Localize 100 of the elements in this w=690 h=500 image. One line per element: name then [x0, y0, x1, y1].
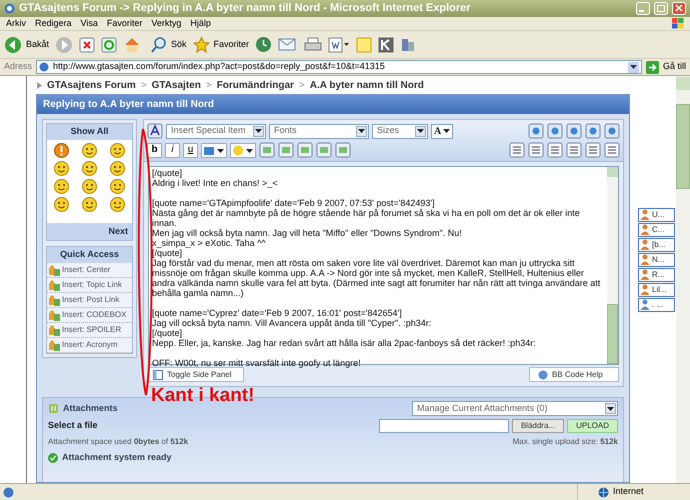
smiley-icon[interactable] — [82, 161, 97, 176]
quick-access-item[interactable]: Insert: Center — [47, 263, 132, 278]
file-path-field[interactable] — [378, 419, 509, 433]
history-icon[interactable] — [255, 36, 272, 53]
font-select[interactable]: Fonts — [269, 124, 369, 138]
breadcrumb-link[interactable]: GTAsajten — [152, 78, 201, 92]
attachment-space-text: Attachment space used 0bytes of 512k — [48, 436, 188, 448]
message-line: Jag vill också byta namn. Vill Avancera uppåt ända till "Cyper". :ph34r: — [152, 318, 432, 328]
breadcrumb-link[interactable]: Forumändringar — [216, 78, 294, 92]
online-user-item[interactable]: N... — [638, 252, 675, 266]
menu-item[interactable]: Favoriter — [106, 16, 142, 30]
person-icon — [640, 209, 650, 220]
online-user-item[interactable]: [b... — [638, 238, 675, 252]
emoticons-header: Show All — [47, 124, 132, 140]
home-icon[interactable] — [123, 36, 142, 52]
format-button[interactable]: b — [147, 142, 162, 158]
smiley-icon[interactable] — [54, 161, 69, 176]
dropdown-caret-icon — [415, 126, 426, 136]
max-upload-size-text: Max. single upload size: 512k — [512, 436, 618, 448]
online-user-item[interactable]: U... — [638, 208, 675, 222]
online-user-item[interactable]: C... — [638, 222, 675, 236]
menu-item[interactable]: Hjälp — [190, 16, 211, 30]
favorites-button[interactable]: Favoriter — [192, 36, 250, 52]
mail-icon[interactable] — [278, 37, 298, 52]
text-color-icon[interactable] — [201, 142, 227, 158]
special-item-icon[interactable] — [147, 123, 163, 139]
warning-icon[interactable] — [54, 143, 69, 158]
dropdown-caret-icon — [356, 126, 367, 136]
puzzle-icon — [49, 324, 60, 336]
online-user-item[interactable]: . ... — [638, 298, 675, 312]
smiley-icon[interactable] — [82, 197, 97, 212]
quick-access-item[interactable]: Insert: Acronym — [47, 338, 132, 353]
star-icon — [192, 36, 210, 52]
message-line: [quote name='Cyprez' date='Feb 9 2007, 16:01' post='842654'] — [152, 308, 403, 318]
quick-access-item[interactable]: Insert: SPOILER — [47, 323, 132, 338]
smiley-icon[interactable] — [110, 143, 126, 158]
bb-code-help-button[interactable]: BB Code Help — [529, 367, 619, 382]
font-color-select[interactable]: A — [431, 124, 454, 138]
close-icon[interactable] — [672, 2, 686, 15]
attachment-status-text: Attachment system ready — [62, 451, 172, 464]
emoticon-select-icon[interactable] — [230, 142, 256, 158]
windows-logo-icon — [672, 18, 684, 29]
smiley-icon[interactable] — [82, 179, 97, 194]
smiley-icon[interactable] — [110, 161, 126, 176]
search-button[interactable]: Sök — [151, 36, 187, 52]
online-user-item[interactable]: Lil... — [638, 282, 675, 296]
next-link[interactable]: Next — [47, 223, 132, 240]
k-logo-icon[interactable] — [378, 36, 394, 52]
size-select[interactable]: Sizes — [372, 124, 428, 138]
puzzle-icon — [49, 294, 60, 306]
breadcrumb-link[interactable]: GTAsajtens Forum — [47, 78, 136, 92]
person-icon — [640, 299, 650, 310]
select-file-label: Select a file — [48, 419, 98, 432]
menu-item[interactable]: Redigera — [35, 16, 72, 30]
breadcrumb-link[interactable]: A.A byter namn till Nord — [310, 78, 424, 92]
go-button[interactable]: Gå till — [646, 60, 686, 74]
quick-access-header: Quick Access — [47, 247, 132, 263]
person-icon — [640, 254, 650, 265]
menu-item[interactable]: Verktyg — [151, 16, 182, 30]
message-line: [/quote] — [152, 248, 184, 258]
page-icon — [39, 62, 50, 72]
special-item-select[interactable]: Insert Special Item — [166, 124, 266, 138]
message-line: [quote name='GTApimpfoolife' date='Feb 9 2007, 07:53' post='842493'] — [152, 198, 436, 208]
address-field[interactable]: http://www.gtasajten.com/forum/index.php?act=post&do=reply_post&f=10&t=41315 — [36, 60, 642, 74]
upload-button[interactable]: UPLOAD — [567, 419, 618, 433]
printer-icon[interactable] — [304, 36, 322, 52]
tools-icon[interactable] — [400, 36, 416, 52]
format-button[interactable]: i — [165, 142, 180, 158]
online-user-item[interactable]: R... — [638, 268, 675, 282]
smiley-icon[interactable] — [82, 143, 97, 158]
manage-attachments-select[interactable]: Manage Current Attachments (0) — [412, 401, 618, 416]
puzzle-icon — [49, 340, 60, 350]
toggle-side-panel-button[interactable]: Toggle Side Panel — [148, 367, 244, 382]
caret-icon — [443, 129, 450, 133]
page-scrollbar[interactable] — [676, 76, 690, 483]
panel-title: Replying to A.A byter namn till Nord — [43, 98, 214, 112]
globe-icon — [598, 486, 609, 498]
refresh-icon[interactable] — [101, 36, 118, 52]
menu-item[interactable]: Arkiv — [6, 16, 26, 30]
smiley-icon[interactable] — [110, 179, 126, 194]
person-icon — [640, 269, 650, 280]
smiley-icon[interactable] — [54, 197, 69, 212]
menu-item[interactable]: Visa — [80, 16, 98, 30]
breadcrumb-separator: > — [298, 78, 305, 92]
smiley-icon[interactable] — [110, 197, 126, 212]
side-panel-icon — [153, 370, 163, 380]
puzzle-icon — [49, 280, 60, 290]
breadcrumb-separator: > — [206, 78, 212, 92]
person-icon — [640, 284, 650, 295]
stop-icon[interactable] — [79, 36, 96, 52]
quick-access-item[interactable]: Insert: Topic Link — [47, 278, 132, 293]
format-button[interactable]: u — [183, 142, 198, 158]
quick-access-item[interactable]: Insert: CODEBOX — [47, 308, 132, 323]
browser-icon — [4, 3, 15, 14]
scrollbar[interactable] — [607, 167, 618, 364]
quick-access-item[interactable]: Insert: Post Link — [47, 293, 132, 308]
back-button[interactable]: Bakåt — [4, 36, 50, 54]
smiley-icon[interactable] — [54, 179, 69, 194]
document-icon[interactable] — [328, 36, 350, 52]
browse-button[interactable]: Bläddra... — [512, 419, 564, 433]
